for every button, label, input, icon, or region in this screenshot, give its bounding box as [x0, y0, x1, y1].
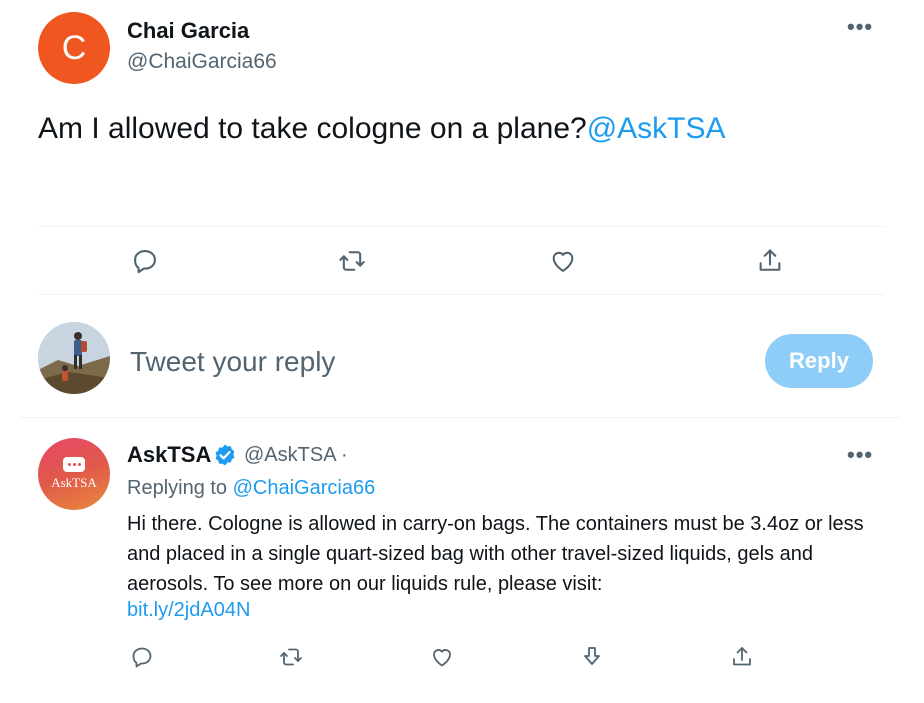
- replying-to: Replying to @ChaiGarcia66: [127, 477, 375, 500]
- share-icon[interactable]: [752, 243, 788, 279]
- retweet-icon[interactable]: [334, 243, 370, 279]
- chat-bubble-icon: [63, 457, 85, 472]
- reply-input[interactable]: [130, 340, 730, 384]
- more-options-icon[interactable]: •••: [847, 14, 873, 40]
- avatar-letter: C: [61, 28, 87, 67]
- replying-mention[interactable]: @ChaiGarcia66: [233, 477, 376, 499]
- share-icon[interactable]: [724, 639, 760, 675]
- mention-link[interactable]: @AskTSA: [587, 112, 726, 145]
- like-icon[interactable]: [545, 243, 581, 279]
- user-avatar[interactable]: [38, 322, 110, 394]
- tweet-body: Am I allowed to take cologne on a plane?: [38, 112, 587, 145]
- author-handle[interactable]: @ChaiGarcia66: [127, 50, 277, 74]
- reply-author-name[interactable]: AskTSA: [127, 442, 211, 468]
- hiker-photo: [38, 322, 110, 394]
- verified-badge-icon: [215, 444, 235, 466]
- reply-icon[interactable]: [124, 639, 160, 675]
- author-name[interactable]: Chai Garcia: [127, 18, 249, 44]
- reply-icon[interactable]: [127, 243, 163, 279]
- divider: [38, 294, 884, 295]
- asktsa-avatar[interactable]: AskTSA: [38, 438, 110, 510]
- tweet-text: Am I allowed to take cologne on a plane?…: [38, 112, 726, 146]
- link[interactable]: bit.ly/2jdA04N: [127, 599, 250, 622]
- reply-author-handle[interactable]: @AskTSA ·: [244, 444, 348, 467]
- more-options-icon[interactable]: •••: [847, 442, 873, 468]
- author-avatar[interactable]: C: [38, 12, 110, 84]
- divider: [20, 417, 900, 418]
- replying-prefix: Replying to: [127, 477, 228, 499]
- reply-button[interactable]: Reply: [765, 334, 873, 388]
- reply-text: Hi there. Cologne is allowed in carry-on…: [127, 513, 864, 595]
- avatar-label: AskTSA: [51, 475, 97, 490]
- like-icon[interactable]: [424, 639, 460, 675]
- divider: [38, 226, 884, 227]
- retweet-icon[interactable]: [273, 639, 309, 675]
- download-icon[interactable]: [574, 639, 610, 675]
